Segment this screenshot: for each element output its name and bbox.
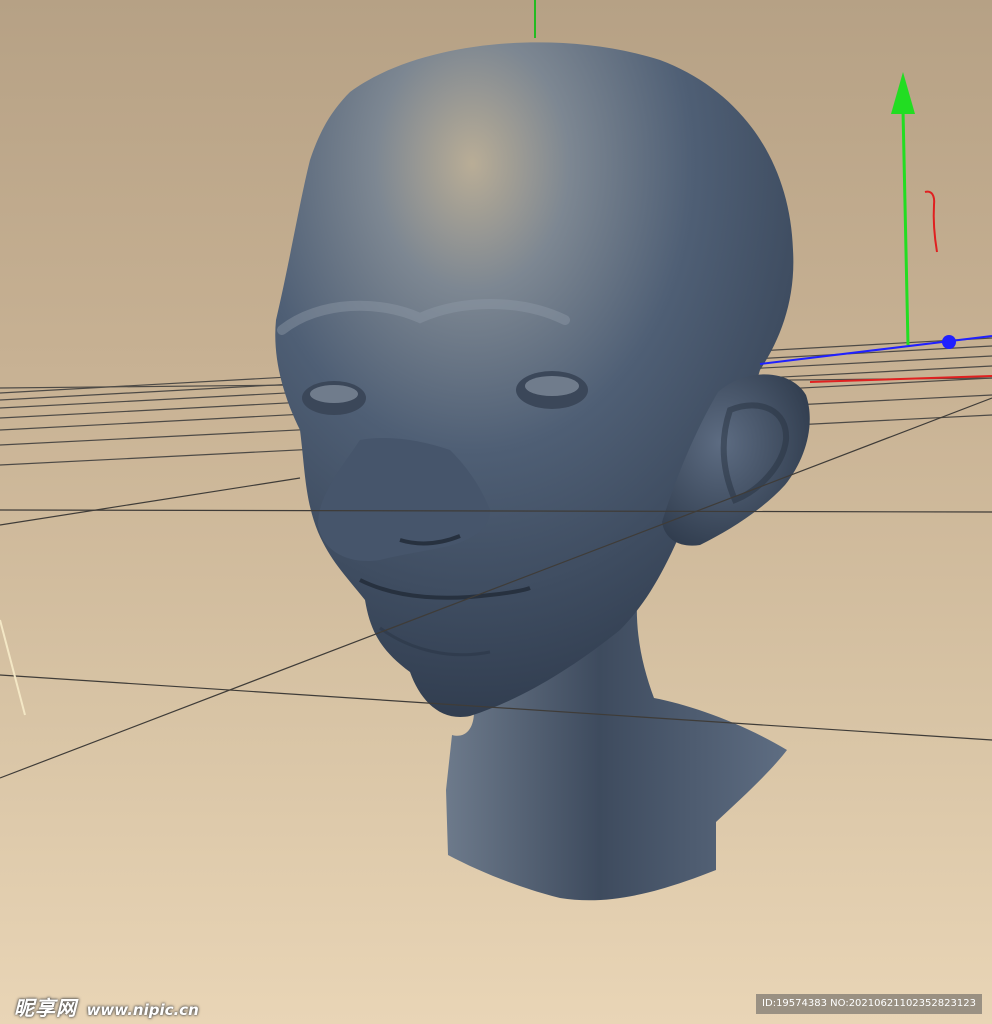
camera-ray [0, 619, 26, 716]
left-eyelid [310, 385, 358, 403]
gizmo-z-handle-icon[interactable] [942, 335, 956, 349]
watermark: 昵享网 www.nipic.cn [14, 992, 199, 1021]
image-id-label: ID:19574383 NO:20210621102352823123 [756, 994, 982, 1014]
gizmo-rotation-marker-icon [924, 190, 938, 253]
watermark-brand: 昵享网 [14, 996, 77, 1020]
3d-viewport[interactable]: 昵享网 www.nipic.cn ID:19574383 NO:20210621… [0, 0, 992, 1024]
gizmo-y-arrow-icon[interactable] [891, 72, 915, 114]
transform-gizmo[interactable] [759, 72, 992, 383]
watermark-url: www.nipic.cn [86, 1001, 199, 1019]
head-mesh[interactable] [275, 42, 810, 901]
gizmo-z-axis [759, 335, 992, 365]
grid-line [0, 477, 301, 526]
right-eyelid [525, 376, 579, 396]
viewport-canvas[interactable] [0, 0, 992, 1024]
gizmo-y-axis [901, 109, 910, 346]
